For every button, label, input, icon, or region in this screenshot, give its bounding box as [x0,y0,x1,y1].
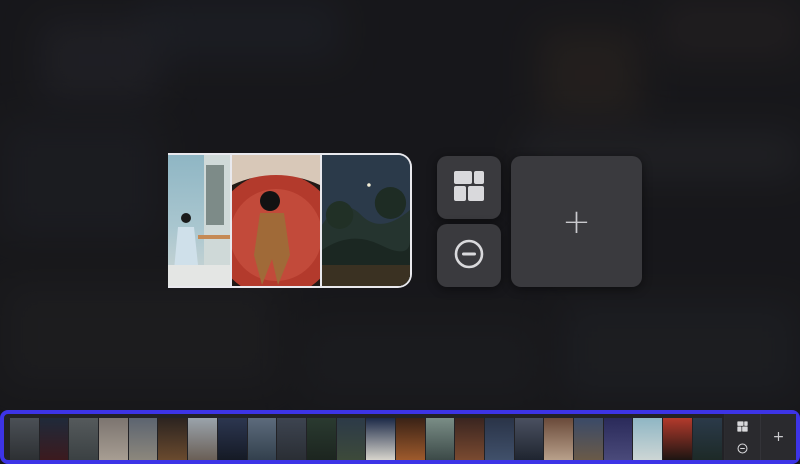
thumbnail[interactable] [10,418,39,460]
thumbnail[interactable] [128,418,158,460]
collage-photo-2[interactable] [232,155,320,286]
thumbnail[interactable] [99,418,128,460]
thumbnail[interactable] [544,418,574,460]
thumbnail[interactable] [39,418,69,460]
thumbnail[interactable] [633,418,663,460]
thumbnail[interactable] [395,418,425,460]
plus-icon: + [562,201,591,242]
thumbnail[interactable] [603,418,633,460]
thumbnail[interactable] [366,418,395,460]
minus-circle-icon [453,238,485,274]
thumbnail[interactable] [455,418,484,460]
filmstrip-thumbnails [10,418,722,460]
photo-filmstrip[interactable]: + [0,410,800,464]
layout-grid-icon[interactable] [737,417,748,436]
thumbnail[interactable] [692,418,722,460]
thumbnail[interactable] [158,418,188,460]
filmstrip-add-button[interactable]: + [760,414,796,460]
thumbnail[interactable] [336,418,366,460]
thumbnail[interactable] [69,418,99,460]
collage-preview[interactable] [168,153,412,288]
thumbnail[interactable] [485,418,514,460]
add-photo-button[interactable]: + [511,156,642,287]
layout-button[interactable] [437,156,501,219]
thumbnail[interactable] [306,418,336,460]
thumbnail[interactable] [663,418,692,460]
thumbnail[interactable] [514,418,544,460]
thumbnail[interactable] [574,418,603,460]
thumbnail[interactable] [277,418,306,460]
collage-photo-3[interactable] [322,155,410,286]
thumbnail[interactable] [425,418,455,460]
collage-photo-1[interactable] [168,155,230,286]
minus-circle-icon[interactable] [737,439,748,458]
thumbnail[interactable] [217,418,247,460]
filmstrip-layout-remove [724,414,760,460]
plus-icon: + [772,429,785,445]
filmstrip-actions: + [724,414,796,460]
thumbnail[interactable] [247,418,277,460]
thumbnail[interactable] [188,418,217,460]
layout-grid-icon [453,170,485,206]
remove-photo-button[interactable] [437,224,501,287]
